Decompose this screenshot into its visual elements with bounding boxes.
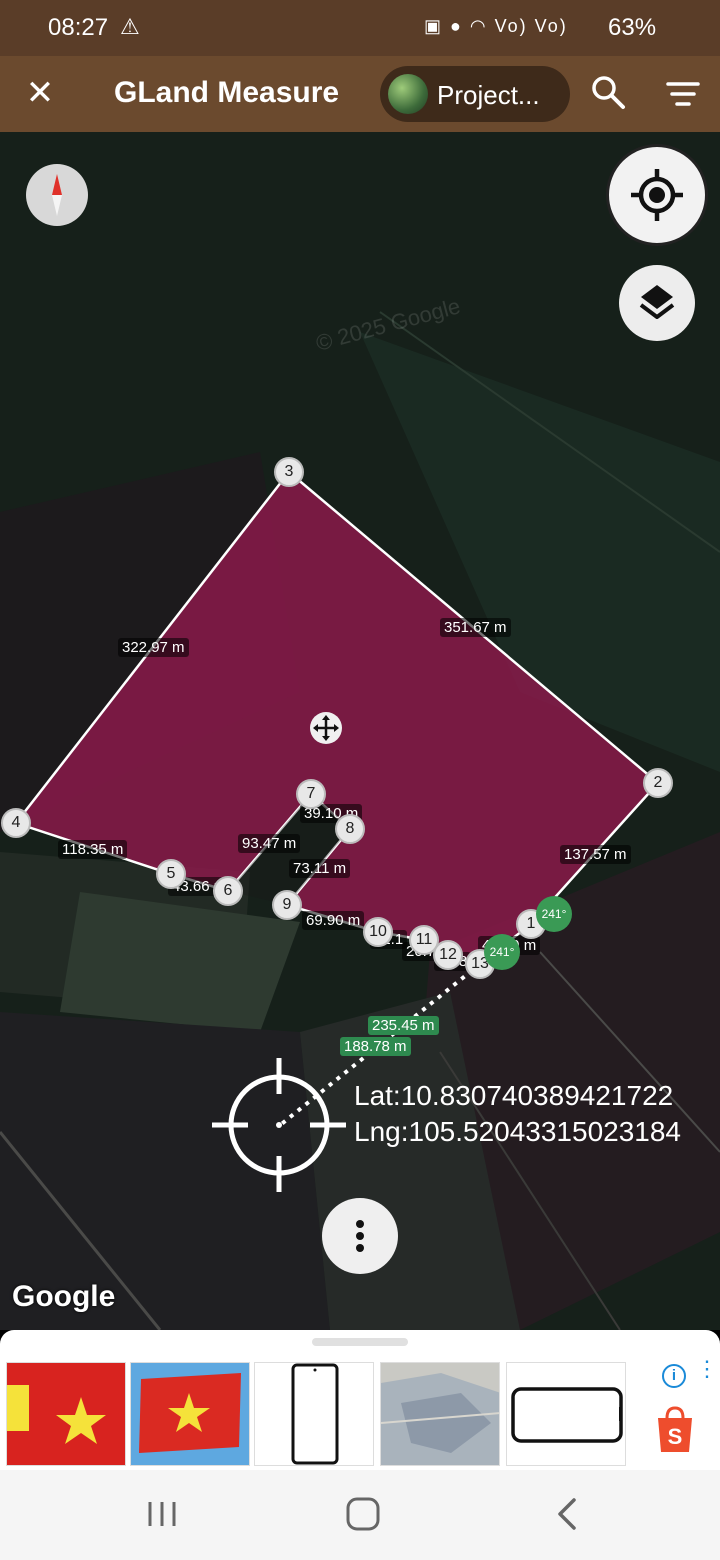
app-bar: ✕ GLand Measure Project... <box>0 56 720 132</box>
ad-item-flag-shirt[interactable] <box>6 1362 126 1466</box>
location-icon: ● <box>450 16 463 36</box>
segment-length-label: 137.57 m <box>560 845 631 864</box>
compass-icon[interactable] <box>26 164 88 226</box>
satellite-map-image <box>381 1363 499 1465</box>
crosshair-locate-icon <box>631 169 683 221</box>
layers-icon <box>639 285 675 319</box>
signal-text: Vo) Vo) <box>494 16 568 36</box>
google-logo: Google <box>12 1280 116 1313</box>
vertex-marker[interactable]: 2 <box>643 768 673 798</box>
move-polygon-icon[interactable] <box>310 712 342 744</box>
more-vertical-icon <box>356 1220 364 1252</box>
vertex-marker[interactable]: 7 <box>296 779 326 809</box>
project-thumbnail <box>388 74 428 114</box>
close-icon[interactable]: ✕ <box>22 74 58 112</box>
filter-icon[interactable] <box>664 78 702 110</box>
home-icon[interactable] <box>344 1496 382 1532</box>
angle-marker: 241° <box>536 896 572 932</box>
status-bar: 08:27 ⚠ ▣ ● ◠ Vo) Vo) 63% <box>0 0 720 56</box>
app-title: GLand Measure <box>114 76 340 109</box>
phone-screen-image <box>291 1363 339 1465</box>
move-arrows-icon <box>313 715 339 741</box>
ad-info-icon[interactable]: i <box>662 1364 686 1388</box>
ad-banner[interactable]: i ⋮ S <box>0 1330 720 1470</box>
ad-item-flag[interactable] <box>130 1362 250 1466</box>
warning-icon: ⚠ <box>120 14 140 39</box>
longitude-text: Lng:105.52043315023184 <box>354 1116 682 1147</box>
battery-level: 63% <box>608 14 657 41</box>
segment-length-label: 118.35 m <box>58 840 128 859</box>
segment-length-label: 73.11 m <box>289 859 351 878</box>
my-location-button[interactable] <box>606 144 708 246</box>
segment-length-label: 69.90 m <box>302 911 365 930</box>
vietnam-flag-shirt-image <box>7 1363 125 1465</box>
more-options-button[interactable] <box>322 1198 398 1274</box>
system-nav-bar <box>0 1470 720 1560</box>
vertex-marker[interactable]: 12 <box>433 940 463 970</box>
measure-distance-label: 188.78 m <box>340 1037 411 1056</box>
vertex-marker[interactable]: 6 <box>213 876 243 906</box>
project-label: Project... <box>437 80 540 110</box>
ad-drag-handle[interactable] <box>312 1338 408 1346</box>
ad-item-phone-case[interactable] <box>506 1362 626 1466</box>
vertex-marker[interactable]: 4 <box>1 808 31 838</box>
segment-length-label: 322.97 m <box>118 638 189 657</box>
ad-menu-icon[interactable]: ⋮ <box>696 1358 718 1380</box>
layers-button[interactable] <box>619 265 695 341</box>
ad-item-screen-protector[interactable] <box>254 1362 374 1466</box>
phone-case-image <box>511 1387 623 1443</box>
vertex-marker[interactable]: 5 <box>156 859 186 889</box>
vertex-marker[interactable]: 3 <box>274 457 304 487</box>
angle-marker: 241° <box>484 934 520 970</box>
vertex-marker[interactable]: 8 <box>335 814 365 844</box>
recent-apps-icon[interactable] <box>146 1498 178 1530</box>
coordinate-readout: Lat:10.830740389421722 Lng:105.520433150… <box>354 1078 681 1150</box>
network-icons: ▣ ● ◠ Vo) Vo) <box>424 16 568 37</box>
back-icon[interactable] <box>552 1496 580 1532</box>
vertex-marker[interactable]: 10 <box>363 917 393 947</box>
ad-item-map[interactable] <box>380 1362 500 1466</box>
sim-icon: ▣ <box>424 16 444 36</box>
segment-length-label: 93.47 m <box>238 834 301 853</box>
shopee-letter: S <box>668 1424 683 1449</box>
search-icon[interactable] <box>590 74 626 110</box>
status-time: 08:27 <box>48 14 109 41</box>
shopee-logo[interactable]: S <box>652 1404 698 1454</box>
wifi-icon: ◠ <box>469 16 488 36</box>
latitude-text: Lat:10.830740389421722 <box>354 1080 674 1111</box>
vietnam-flag-image <box>131 1363 249 1465</box>
target-crosshair-icon <box>212 1058 346 1192</box>
map-view[interactable]: © 2025 Google 351.67 m 322.97 m 137.57 m… <box>0 132 720 1330</box>
vertex-marker[interactable]: 9 <box>272 890 302 920</box>
project-selector[interactable]: Project... <box>380 66 570 122</box>
measure-distance-label: 235.45 m <box>368 1016 439 1035</box>
segment-length-label: 351.67 m <box>440 618 511 637</box>
map-canvas <box>0 132 720 1330</box>
